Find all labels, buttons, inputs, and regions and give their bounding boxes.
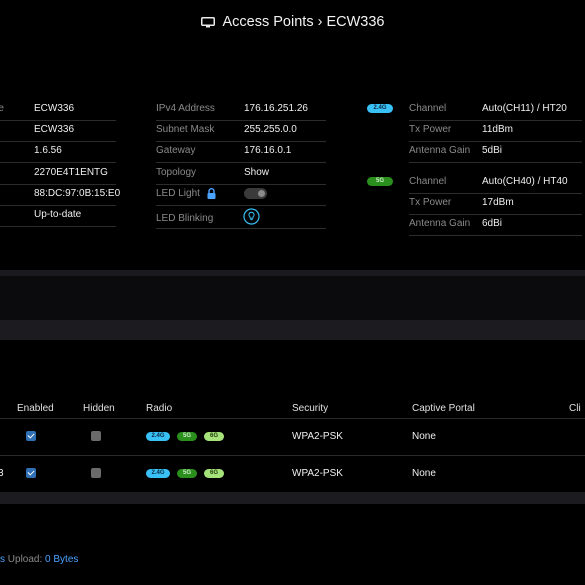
badge-5g: 5G — [367, 177, 393, 186]
device-row-value: Up-to-date — [34, 209, 82, 220]
device-row-value: 2270E4T1ENTG — [34, 167, 108, 178]
device-row: me ECW336 — [0, 98, 116, 121]
led-light-row: LED Light — [156, 183, 326, 206]
gain-5-row: Antenna Gain 6dBi — [409, 213, 582, 236]
page-header: Access Points › ECW336 — [0, 12, 585, 32]
subnet-row: Subnet Mask 255.255.0.0 — [156, 119, 326, 142]
radio-badge-2-4g: 2.4G — [146, 469, 170, 478]
upload-value: 0 Bytes — [45, 554, 79, 565]
subnet-value: 255.255.0.0 — [244, 124, 297, 135]
badge-2-4g: 2.4G — [367, 104, 393, 113]
ipv4-value: 176.16.251.26 — [244, 103, 308, 114]
section-header-bar — [0, 320, 585, 340]
captive-value: None — [412, 431, 436, 442]
channel-label: Channel — [409, 103, 447, 114]
channel-value: Auto(CH40) / HT40 — [482, 176, 568, 187]
led-blinking-label: LED Blinking — [156, 213, 214, 224]
col-clients[interactable]: Cli — [569, 403, 581, 414]
gain-value: 5dBi — [482, 145, 503, 156]
hidden-checkbox[interactable] — [91, 468, 101, 478]
traffic-summary: s Upload: 0 Bytes — [0, 554, 78, 565]
topology-row: Topology Show — [156, 162, 326, 185]
channel-5-row: Channel Auto(CH40) / HT40 — [409, 171, 582, 194]
device-row-value: ECW336 — [34, 103, 75, 114]
lock-icon — [207, 188, 216, 199]
captive-value: None — [412, 468, 436, 479]
col-hidden[interactable]: Hidden — [83, 403, 115, 414]
gain-label: Antenna Gain — [409, 218, 471, 229]
device-row-value: 1.6.56 — [34, 145, 62, 156]
radio-badge-6g: 6G — [204, 432, 224, 441]
txpower-24-row: Tx Power 11dBm — [409, 119, 582, 142]
txpower-value: 17dBm — [482, 197, 514, 208]
topology-label: Topology — [156, 167, 197, 178]
gain-value: 6dBi — [482, 218, 503, 229]
device-row: e ECW336 — [0, 119, 116, 142]
ipv4-label: IPv4 Address — [156, 103, 215, 114]
device-row: ss 88:DC:97:0B:15:E0 — [0, 183, 120, 206]
enabled-checkbox[interactable] — [26, 431, 36, 441]
security-value: WPA2-PSK — [292, 431, 343, 442]
device-row: 1.6.56 — [0, 140, 116, 163]
security-value: WPA2-PSK — [292, 468, 343, 479]
enabled-checkbox[interactable] — [26, 468, 36, 478]
hidden-checkbox[interactable] — [91, 431, 101, 441]
table-divider — [0, 418, 585, 419]
channel-label: Channel — [409, 176, 447, 187]
upload-label: Upload: — [7, 554, 43, 565]
lightbulb-icon[interactable] — [243, 208, 260, 225]
col-captive-portal[interactable]: Captive Portal — [412, 403, 475, 414]
txpower-value: 11dBm — [482, 124, 513, 135]
radio-badge-5g: 5G — [177, 469, 197, 478]
radio-badge-6g: 6G — [204, 469, 224, 478]
device-row-label: me — [0, 103, 4, 114]
device-row-value: 88:DC:97:0B:15:E0 — [34, 188, 121, 199]
ipv4-row: IPv4 Address 176.16.251.26 — [156, 98, 326, 121]
led-light-label: LED Light — [156, 188, 200, 199]
download-value: s — [0, 554, 5, 565]
channel-value: Auto(CH11) / HT20 — [482, 103, 567, 114]
gateway-value: 176.16.0.1 — [244, 145, 292, 156]
subnet-label: Subnet Mask — [156, 124, 215, 135]
device-row-value: ECW336 — [34, 124, 75, 135]
radio-badge-2-4g: 2.4G — [146, 432, 170, 441]
led-blinking-row: LED Blinking — [156, 206, 326, 229]
radio-badge-5g: 5G — [177, 432, 197, 441]
table-divider — [0, 455, 585, 456]
col-enabled[interactable]: Enabled — [17, 403, 54, 414]
topology-show-link[interactable]: Show — [244, 167, 269, 178]
txpower-5-row: Tx Power 17dBm — [409, 192, 582, 215]
device-row: 2270E4T1ENTG — [0, 162, 116, 185]
gateway-row: Gateway 176.16.0.1 — [156, 140, 326, 163]
gateway-label: Gateway — [156, 145, 196, 156]
ssid-name[interactable]: 3 — [0, 468, 4, 479]
section-band — [0, 270, 585, 326]
led-light-toggle[interactable] — [244, 188, 267, 199]
channel-24-row: Channel Auto(CH11) / HT20 — [409, 98, 582, 121]
col-security[interactable]: Security — [292, 403, 328, 414]
table-footer-bar — [0, 492, 585, 504]
monitor-icon — [200, 16, 215, 27]
txpower-label: Tx Power — [409, 197, 452, 208]
txpower-label: Tx Power — [409, 124, 452, 135]
col-radio[interactable]: Radio — [146, 403, 172, 414]
page-title: Access Points › ECW336 — [222, 14, 385, 30]
gain-24-row: Antenna Gain 5dBi — [409, 140, 582, 163]
gain-label: Antenna Gain — [409, 145, 471, 156]
device-row: n Up-to-date — [0, 204, 116, 227]
